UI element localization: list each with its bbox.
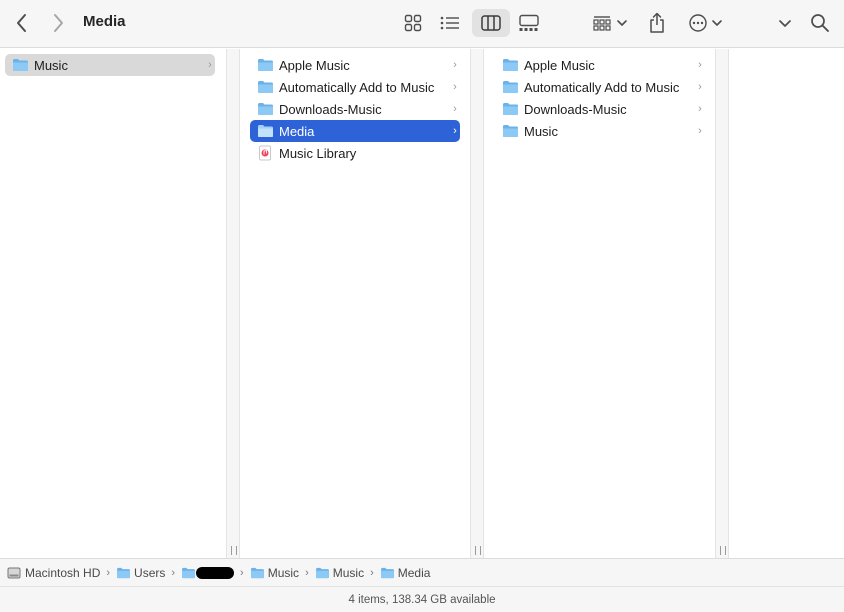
list-item[interactable]: Downloads-Music › [495,98,705,120]
chevron-right-icon: › [698,125,702,137]
path-item[interactable] [181,566,235,579]
path-item[interactable]: Media [380,565,431,580]
list-item[interactable]: Music Library [250,142,460,164]
icon-view-button[interactable] [401,11,425,35]
home-folder-icon [181,566,196,579]
status-text: 4 items, 138.34 GB available [348,593,496,606]
chevron-right-icon [54,14,63,32]
list-view-button[interactable] [438,11,462,35]
path-item-label: Users [134,565,166,580]
item-label: Music Library [279,145,357,161]
list-item-selected[interactable]: Media › [250,120,460,142]
folder-icon [11,57,29,73]
ellipsis-circle-icon [688,14,707,32]
column-resize-handle[interactable] [226,49,240,558]
list-item[interactable]: Music › [495,120,705,142]
icon-view-icon [404,14,422,32]
folder-icon [256,101,274,117]
path-separator: › [240,566,244,579]
chevron-right-icon: › [453,81,457,93]
back-button[interactable] [10,11,34,35]
browser-column-2[interactable]: Apple Music › Automatically Add to Music… [240,49,470,558]
hard-drive-icon [7,566,22,579]
path-separator: › [171,566,176,579]
path-item[interactable]: Music [315,566,364,580]
path-item[interactable]: Users [116,566,165,580]
window-title: Media [83,13,126,30]
list-view-icon [440,16,459,30]
chevron-right-icon: › [453,125,457,137]
chevron-right-icon: › [453,103,457,115]
path-bar: Macintosh HD › Users › › Music › Music ›… [0,558,844,586]
list-item[interactable]: Apple Music › [495,54,705,76]
search-icon [811,14,829,32]
chevron-right-icon: › [698,59,702,71]
folder-icon [501,101,519,117]
music-library-icon [256,145,274,161]
chevron-down-icon [711,20,722,26]
toolbar-overflow-button[interactable] [776,12,794,34]
chevron-down-icon [779,20,791,27]
path-item-label: Music [332,565,365,580]
folder-icon [501,123,519,139]
path-item[interactable]: Macintosh HD [7,566,100,580]
group-icon [593,16,611,31]
list-item[interactable]: Automatically Add to Music › [495,76,705,98]
gallery-view-icon [519,14,539,31]
browser-column-3[interactable]: Apple Music › Automatically Add to Music… [485,49,715,558]
item-label: Automatically Add to Music [279,79,435,95]
column-resize-handle[interactable] [470,49,484,558]
more-actions-button[interactable] [686,11,724,35]
browser-column-1[interactable]: Music › [0,49,226,558]
path-item-label: Macintosh HD [25,565,101,580]
list-item[interactable]: Apple Music › [250,54,460,76]
item-label: Downloads-Music [279,101,382,117]
list-item[interactable]: Automatically Add to Music › [250,76,460,98]
share-icon [650,12,664,33]
folder-icon [315,566,330,579]
list-item[interactable]: Music › [5,54,215,76]
search-button[interactable] [808,11,832,35]
share-button[interactable] [646,9,668,37]
column-resize-handle[interactable] [715,49,729,558]
item-label: Music [524,123,558,139]
chevron-right-icon: › [698,81,702,93]
item-label: Automatically Add to Music [524,79,680,95]
folder-icon [501,57,519,73]
chevron-right-icon: › [208,59,212,71]
browser-column-4[interactable] [730,49,844,558]
path-item-label: Music [267,565,300,580]
chevron-down-icon [617,20,627,26]
path-separator: › [370,566,374,579]
folder-icon [250,566,265,579]
folder-icon [256,123,274,139]
group-by-button[interactable] [590,11,630,35]
toolbar: Media [0,0,844,48]
folder-icon [501,79,519,95]
folder-icon [256,79,274,95]
item-label: Media [279,123,315,139]
chevron-right-icon: › [453,59,457,71]
item-label: Apple Music [524,57,595,73]
column-browser: Music › Apple Music › Automatically Add … [0,49,844,558]
path-separator: › [106,566,111,579]
folder-icon [116,566,131,579]
item-label: Apple Music [279,57,350,73]
path-item[interactable]: Music [250,566,299,580]
status-bar: 4 items, 138.34 GB available [0,586,844,612]
gallery-view-button[interactable] [516,11,542,35]
item-label: Downloads-Music [524,101,627,117]
folder-icon [256,57,274,73]
chevron-right-icon: › [698,103,702,115]
column-view-icon [481,15,501,31]
forward-button[interactable] [46,11,70,35]
redacted-username [196,566,235,579]
list-item[interactable]: Downloads-Music › [250,98,460,120]
chevron-left-icon [17,14,26,32]
path-separator: › [305,566,309,579]
column-view-button[interactable] [472,9,510,37]
folder-icon [380,566,395,579]
path-item-label: Media [397,565,431,580]
item-label: Music [34,57,68,73]
